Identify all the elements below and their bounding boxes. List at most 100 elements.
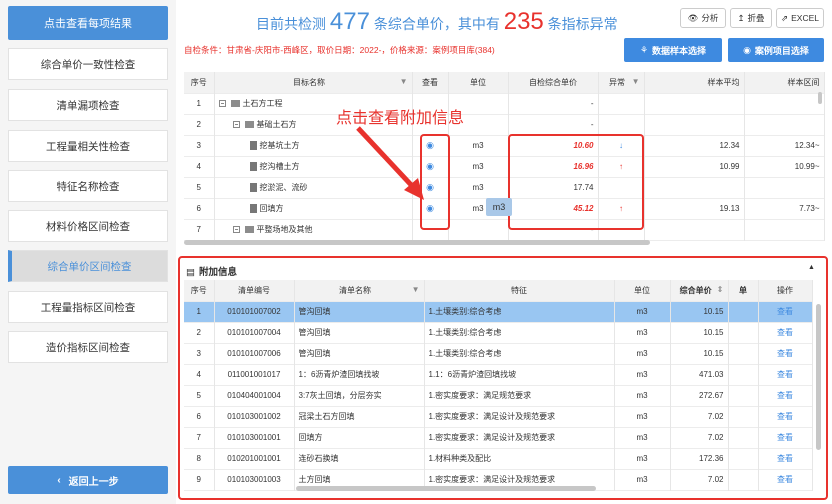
- sidebar-item-quantity-index-range[interactable]: 工程量指标区间检查: [8, 291, 168, 323]
- row-unit: m3: [614, 301, 671, 322]
- sidebar-item-cost-index-range[interactable]: 造价指标区间检查: [8, 331, 168, 363]
- row-extra: [728, 427, 759, 448]
- row-name: 平整场地及其他: [256, 225, 313, 234]
- collapse-icon[interactable]: ▲: [808, 264, 815, 271]
- row-operation[interactable]: 查看: [758, 469, 813, 490]
- row-sample-avg: [644, 114, 745, 135]
- row-feature: 1.土壤类别:综合考虑: [424, 322, 615, 343]
- fold-button[interactable]: ↥ 折叠: [730, 8, 772, 28]
- table-row[interactable]: 2 010101007004 管沟回填 1.土壤类别:综合考虑 m3 10.15 查看: [184, 322, 813, 343]
- sidebar-item-quantity-correlation[interactable]: 工程量相关性检查: [8, 130, 168, 162]
- table-row[interactable]: 3 010101007006 管沟回填 1.土壤类别:综合考虑 m3 10.15 查看: [184, 343, 813, 364]
- row-item-name: 管沟回填: [294, 301, 425, 322]
- app-window: 点击查看每项结果 综合单价一致性检查 清单漏项检查 工程量相关性检查 特征名称检…: [0, 0, 832, 504]
- row-sample-avg: 10.99: [644, 156, 745, 177]
- col-name[interactable]: 目标名称 ▼: [214, 72, 413, 93]
- table-row[interactable]: 2 基础土石方 -: [184, 114, 825, 135]
- col-price: 自检综合单价: [508, 72, 599, 93]
- row-operation[interactable]: 查看: [758, 322, 813, 343]
- case-select-button[interactable]: ◉ 案例项目选择: [728, 38, 824, 62]
- col-sample-range: 样本区间: [744, 72, 825, 93]
- row-feature: 1.土壤类别:综合考虑: [424, 343, 615, 364]
- col-anomaly[interactable]: 异常 ▼: [598, 72, 645, 93]
- collapse-toggle-icon[interactable]: [232, 226, 240, 234]
- file-icon: [249, 141, 257, 151]
- row-operation[interactable]: 查看: [758, 448, 813, 469]
- detail-table: 序号 清单编号 清单名称 ▼ 特征 单位 综合单价 ⇕ 单 操作 1 01010100…: [184, 280, 813, 491]
- summary-prefix: 目前共检测: [256, 16, 326, 32]
- row-extra: [728, 406, 759, 427]
- row-operation[interactable]: 查看: [758, 406, 813, 427]
- table-row[interactable]: 1 010101007002 管沟回填 1.土壤类别:综合考虑 m3 10.15 查看: [184, 301, 813, 322]
- annotation-text: 点击查看附加信息: [336, 110, 465, 127]
- row-unit: m3: [448, 156, 509, 177]
- file-icon: [249, 204, 257, 214]
- row-price: -: [508, 114, 599, 135]
- table-row[interactable]: 4 011001001017 1：6沥青炉渣回填找坡 1.1：6沥青炉渣回填找坡 m3 4…: [184, 364, 813, 385]
- sort-icon[interactable]: ⇕: [717, 285, 724, 294]
- row-feature: 1.密实度要求：满足规范要求: [424, 385, 615, 406]
- row-code: 010101007004: [214, 322, 295, 343]
- row-price: 7.02: [670, 469, 729, 490]
- sidebar-header[interactable]: 点击查看每项结果: [8, 6, 168, 40]
- row-unit: m3: [448, 177, 509, 198]
- file-icon: [249, 183, 257, 193]
- col-price[interactable]: 综合单价 ⇕: [670, 280, 729, 301]
- table-row[interactable]: 4 挖沟槽土方 ◉ m3 16.96 ↑ 10.99 10.99~: [184, 156, 825, 177]
- sidebar-item-feature-name[interactable]: 特征名称检查: [8, 170, 168, 202]
- row-unit: m3: [614, 385, 671, 406]
- row-unit: m3: [614, 448, 671, 469]
- table-row[interactable]: 7 010103001001 回填方 1.密实度要求：满足设计及规范要求 m3 7.02 查…: [184, 427, 813, 448]
- eye-icon: 👁: [687, 12, 699, 23]
- row-operation[interactable]: 查看: [758, 343, 813, 364]
- row-sample-range: [744, 219, 825, 240]
- row-operation[interactable]: 查看: [758, 385, 813, 406]
- sample-select-button[interactable]: ⚘ 数据样本选择: [624, 38, 722, 62]
- detail-hscrollbar[interactable]: [296, 486, 596, 491]
- row-item-name: 冠梁土石方回填: [294, 406, 425, 427]
- row-operation[interactable]: 查看: [758, 427, 813, 448]
- table-row[interactable]: 5 010404001004 3:7灰土回填，分层夯实 1.密实度要求：满足规范要求 m…: [184, 385, 813, 406]
- analyze-label: 分析: [701, 13, 719, 23]
- total-count: 477: [329, 8, 370, 35]
- sample-icon: ⚘: [639, 44, 649, 55]
- detail-table-header: 序号 清单编号 清单名称 ▼ 特征 单位 综合单价 ⇕ 单 操作: [184, 280, 813, 301]
- row-operation[interactable]: 查看: [758, 301, 813, 322]
- back-button[interactable]: ‹ 返回上一步: [8, 466, 168, 494]
- filter-icon[interactable]: ▼: [400, 77, 408, 86]
- detail-vscrollbar[interactable]: [816, 304, 821, 450]
- table-row[interactable]: 5 挖淤泥、流砂 ◉ m3 17.74: [184, 177, 825, 198]
- excel-button[interactable]: ⇗ EXCEL: [776, 8, 824, 28]
- filter-icon[interactable]: ▼: [632, 77, 640, 86]
- row-name: 挖基坑土方: [259, 141, 300, 150]
- main-table-hscrollbar[interactable]: [184, 240, 650, 245]
- analyze-button[interactable]: 👁 分析: [680, 8, 726, 28]
- fold-icon: ↥: [737, 12, 745, 23]
- row-price: 7.02: [670, 406, 729, 427]
- collapse-toggle-icon[interactable]: [232, 121, 240, 129]
- filter-icon[interactable]: ▼: [412, 285, 420, 294]
- main-table-vscrollbar[interactable]: [818, 92, 822, 104]
- sidebar-item-unit-price-range[interactable]: 综合单价区间检查: [8, 250, 168, 282]
- row-code: 010103001001: [214, 427, 295, 448]
- row-no: 4: [184, 156, 215, 177]
- row-no: 4: [184, 364, 215, 385]
- table-row[interactable]: 6 010103001002 冠梁土石方回填 1.密实度要求：满足设计及规范要求 m3 7…: [184, 406, 813, 427]
- row-no: 5: [184, 177, 215, 198]
- row-name: 土石方工程: [242, 99, 283, 108]
- row-operation[interactable]: 查看: [758, 364, 813, 385]
- table-row[interactable]: 8 010201001001 连砂石换填 1.材料种类及配比 m3 172.36 查看: [184, 448, 813, 469]
- col-item-name[interactable]: 清单名称 ▼: [294, 280, 425, 301]
- sidebar-item-missing-items[interactable]: 清单漏项检查: [8, 89, 168, 121]
- col-operation: 操作: [758, 280, 813, 301]
- sidebar-item-material-price-range[interactable]: 材料价格区间检查: [8, 210, 168, 242]
- row-no: 6: [184, 406, 215, 427]
- row-extra: [728, 448, 759, 469]
- table-row[interactable]: 7 平整场地及其他 -: [184, 219, 825, 240]
- sidebar-item-unit-price-consistency[interactable]: 综合单价一致性检查: [8, 48, 168, 80]
- collapse-toggle-icon[interactable]: [218, 100, 226, 108]
- table-row[interactable]: 3 挖基坑土方 ◉ m3 10.60 ↓ 12.34 12.34~: [184, 135, 825, 156]
- row-name-cell[interactable]: 平整场地及其他: [214, 219, 413, 240]
- col-feature: 特征: [424, 280, 615, 301]
- table-row[interactable]: 1 土石方工程 -: [184, 93, 825, 114]
